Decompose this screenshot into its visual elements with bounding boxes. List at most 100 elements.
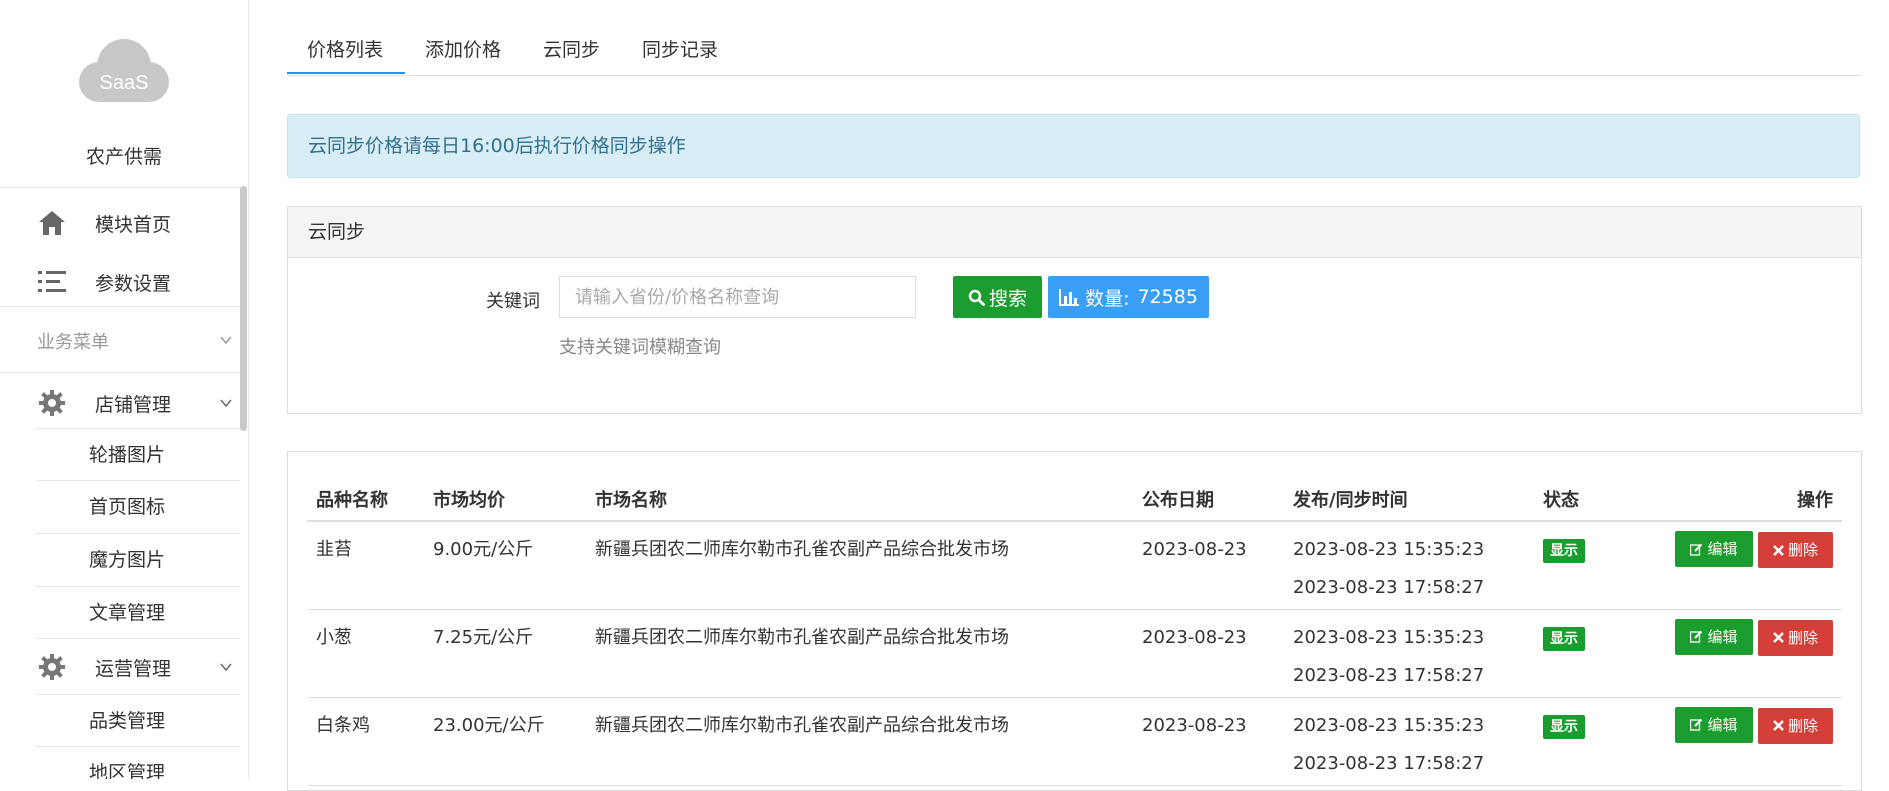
table-row: 韭苔 9.00元/公斤 新疆兵团农二师库尔勒市孔雀农副产品综合批发市场 2023… — [307, 521, 1842, 610]
panel-title: 云同步 — [288, 207, 1861, 258]
table-header-row: 品种名称 市场均价 市场名称 公布日期 发布/同步时间 状态 操作 — [307, 478, 1842, 522]
edit-button[interactable]: 编辑 — [1675, 531, 1753, 567]
count-button[interactable]: 数量: 72585 — [1048, 276, 1209, 318]
cell-price: 7.25元/公斤 — [424, 609, 586, 698]
cell-price: 9.00元/公斤 — [424, 521, 586, 610]
sidebar-item-label: 参数设置 — [95, 272, 172, 295]
sidebar-item-home[interactable]: 模块首页 — [0, 201, 240, 245]
sidebar-sub-item[interactable]: 魔方图片 — [36, 534, 240, 587]
divider — [0, 187, 248, 188]
sidebar-sub-item[interactable]: 地区管理 — [36, 747, 240, 779]
app-name: 农产供需 — [85, 146, 162, 168]
sidebar-menu-shop[interactable]: 店铺管理 — [0, 382, 240, 424]
column-header: 操作 — [1654, 478, 1842, 522]
settings-list-icon — [37, 267, 67, 297]
cell-actions: 编辑 删除 — [1654, 697, 1842, 786]
cell-actions: 编辑 删除 — [1654, 521, 1842, 610]
cell-market: 新疆兵团农二师库尔勒市孔雀农副产品综合批发市场 — [586, 697, 1133, 786]
status-badge: 显示 — [1543, 626, 1585, 651]
sidebar-group-business[interactable]: 业务菜单 — [0, 328, 240, 356]
sidebar-sub-item[interactable]: 文章管理 — [36, 587, 240, 639]
edit-label: 编辑 — [1707, 540, 1738, 558]
edit-button[interactable]: 编辑 — [1675, 706, 1753, 743]
column-header: 市场名称 — [586, 478, 1133, 522]
sidebar-item-settings[interactable]: 参数设置 — [0, 260, 240, 304]
column-header: 品种名称 — [307, 478, 424, 522]
edit-label: 编辑 — [1707, 715, 1738, 734]
column-header: 公布日期 — [1133, 478, 1284, 522]
sidebar-menu-label: 运营管理 — [95, 657, 172, 680]
info-alert: 云同步价格请每日16:00后执行价格同步操作 — [287, 114, 1860, 178]
edit-icon — [1690, 543, 1703, 556]
cell-name: 白条鸡 — [307, 697, 424, 786]
sidebar-sub-item[interactable]: 首页图标 — [36, 481, 240, 534]
cell-market: 新疆兵团农二师库尔勒市孔雀农副产品综合批发市场 — [586, 521, 1133, 610]
column-header: 发布/同步时间 — [1284, 478, 1534, 522]
sidebar-group-label: 业务菜单 — [37, 332, 109, 353]
logo-text: SaaS — [100, 72, 149, 94]
sidebar-sub-item[interactable]: 轮播图片 — [36, 429, 240, 481]
column-header: 市场均价 — [424, 478, 586, 522]
tab-price-list[interactable]: 价格列表 — [287, 26, 406, 74]
cell-date: 2023-08-23 — [1133, 521, 1284, 610]
edit-icon — [1690, 630, 1703, 643]
publish-time: 2023-08-23 15:35:23 — [1293, 626, 1485, 648]
delete-label: 删除 — [1787, 716, 1818, 735]
close-icon — [1773, 720, 1784, 731]
tab-bar: 价格列表 添加价格 云同步 同步记录 — [287, 26, 1862, 76]
close-icon — [1773, 544, 1784, 556]
sidebar-sub-item[interactable]: 品类管理 — [36, 695, 240, 747]
delete-button[interactable]: 删除 — [1758, 619, 1833, 656]
tab-cloud-sync[interactable]: 云同步 — [523, 26, 622, 74]
tab-add-price[interactable]: 添加价格 — [405, 26, 523, 74]
publish-time: 2023-08-23 15:35:23 — [1293, 714, 1485, 736]
cell-actions: 编辑 删除 — [1654, 609, 1842, 698]
tab-sync-records[interactable]: 同步记录 — [622, 26, 740, 74]
sync-time: 2023-08-23 17:58:27 — [1293, 752, 1485, 774]
table-row: 小葱 7.25元/公斤 新疆兵团农二师库尔勒市孔雀农副产品综合批发市场 2023… — [307, 609, 1842, 698]
edit-label: 编辑 — [1707, 627, 1738, 646]
chevron-down-icon — [220, 399, 232, 408]
publish-time: 2023-08-23 15:35:23 — [1293, 539, 1485, 560]
sync-time: 2023-08-23 17:58:27 — [1293, 577, 1485, 598]
column-header: 状态 — [1534, 478, 1654, 522]
saas-logo: SaaS — [74, 38, 174, 108]
close-icon — [1773, 632, 1784, 643]
home-icon — [37, 208, 67, 238]
delete-label: 删除 — [1787, 541, 1818, 559]
search-panel: 云同步 关键词 支持关键词模糊查询 搜索 数量: 72585 — [287, 206, 1862, 414]
cell-date: 2023-08-23 — [1133, 697, 1284, 786]
chevron-down-icon — [220, 663, 232, 672]
divider — [0, 372, 240, 373]
gear-icon — [37, 388, 67, 418]
table-row: 白条鸡 23.00元/公斤 新疆兵团农二师库尔勒市孔雀农副产品综合批发市场 20… — [307, 697, 1842, 786]
cell-name: 韭苔 — [307, 521, 424, 610]
count-label: 数量: — [1085, 287, 1130, 310]
status-badge: 显示 — [1543, 539, 1585, 563]
status-badge: 显示 — [1543, 714, 1585, 739]
delete-button[interactable]: 删除 — [1758, 707, 1833, 744]
sidebar-scrollbar[interactable] — [240, 186, 247, 431]
cell-name: 小葱 — [307, 609, 424, 698]
keyword-label: 关键词 — [486, 291, 540, 312]
cell-times: 2023-08-23 15:35:23 2023-08-23 17:58:27 — [1284, 697, 1534, 786]
search-button[interactable]: 搜索 — [953, 276, 1042, 318]
bar-chart-icon — [1059, 288, 1080, 306]
cell-times: 2023-08-23 15:35:23 2023-08-23 17:58:27 — [1284, 609, 1534, 698]
sidebar-item-label: 模块首页 — [95, 213, 172, 236]
sidebar: SaaS 农产供需 模块首页 参数设置 业务菜单 店铺管理 轮播图片 首页图标 … — [0, 0, 249, 779]
keyword-input[interactable] — [559, 276, 916, 318]
sidebar-menu-operations[interactable]: 运营管理 — [0, 646, 240, 688]
cell-status: 显示 — [1534, 697, 1654, 786]
delete-button[interactable]: 删除 — [1758, 532, 1833, 568]
price-table: 品种名称 市场均价 市场名称 公布日期 发布/同步时间 状态 操作 韭苔 9.0… — [307, 478, 1842, 786]
cell-date: 2023-08-23 — [1133, 609, 1284, 698]
cell-price: 23.00元/公斤 — [424, 697, 586, 786]
divider — [0, 306, 240, 307]
gear-icon — [37, 652, 67, 682]
search-icon — [968, 289, 985, 306]
cell-status: 显示 — [1534, 609, 1654, 698]
cell-times: 2023-08-23 15:35:23 2023-08-23 17:58:27 — [1284, 521, 1534, 610]
edit-button[interactable]: 编辑 — [1675, 618, 1753, 655]
keyword-help-text: 支持关键词模糊查询 — [559, 337, 721, 358]
